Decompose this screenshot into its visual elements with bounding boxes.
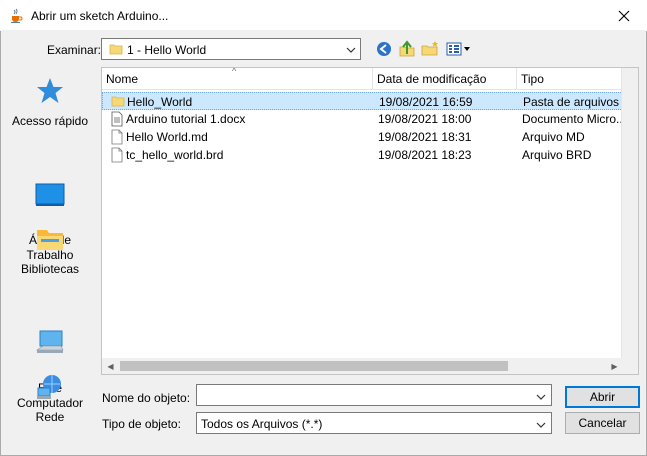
chevron-down-icon[interactable] [536, 391, 546, 405]
view-menu-icon[interactable] [446, 40, 472, 58]
horizontal-scrollbar[interactable]: ◀ ▶ [102, 358, 623, 374]
file-icon [110, 147, 124, 166]
sidebar-item-libraries[interactable]: Bibliotecas [6, 224, 94, 277]
scrollbar-corner [621, 358, 638, 374]
new-folder-icon[interactable] [421, 40, 439, 58]
network-icon [6, 372, 94, 406]
quick-access-star-icon [6, 76, 94, 110]
file-name: Hello_World [127, 95, 193, 109]
vertical-scrollbar-track [624, 85, 636, 343]
column-header-row: Nome ^ Data de modificação Tipo [102, 68, 637, 90]
file-date: 19/08/2021 18:23 [378, 148, 472, 162]
cancel-button[interactable]: Cancelar [565, 412, 640, 434]
file-date: 19/08/2021 18:00 [378, 112, 472, 126]
file-name: Hello World.md [126, 130, 208, 144]
look-in-value: 1 - Hello World [127, 43, 207, 57]
filetype-value: Todos os Arquivos (*.*) [201, 417, 323, 431]
column-header-label: Nome [106, 72, 139, 86]
column-header-label: Data de modificação [377, 72, 487, 86]
column-header-type[interactable]: Tipo [517, 68, 637, 90]
chevron-down-icon[interactable] [346, 44, 356, 58]
file-name: tc_hello_world.brd [126, 148, 224, 162]
file-type: Pasta de arquivos [523, 95, 620, 109]
sidebar-item-quick-access[interactable]: Acesso rápido [6, 76, 94, 129]
folder-icon [109, 42, 123, 59]
filename-input[interactable] [197, 385, 527, 405]
scroll-left-icon[interactable]: ◀ [102, 358, 119, 374]
vertical-scrollbar[interactable] [621, 68, 638, 360]
sidebar-item-label: Acesso rápido [11, 114, 89, 128]
look-in-combo[interactable]: 1 - Hello World [101, 38, 361, 60]
file-list[interactable]: Nome ^ Data de modificação Tipo Hello_Wo… [101, 67, 639, 375]
computer-icon [6, 313, 94, 362]
file-date: 19/08/2021 18:31 [378, 130, 472, 144]
filetype-combo[interactable]: Todos os Arquivos (*.*) [196, 412, 552, 434]
filetype-label: Tipo de objeto: [102, 417, 181, 431]
chevron-down-icon[interactable] [536, 419, 546, 433]
sidebar-item-network[interactable]: Rede [6, 372, 94, 425]
look-in-label: Examinar: [47, 43, 102, 57]
sidebar-item-label: Bibliotecas [20, 262, 80, 276]
file-name: Arduino tutorial 1.docx [126, 112, 246, 126]
column-header-date[interactable]: Data de modificação [373, 68, 517, 90]
sidebar-item-label: Rede [35, 410, 65, 424]
filename-label: Nome do objeto: [102, 391, 191, 405]
sort-ascending-icon: ^ [232, 67, 237, 76]
table-row[interactable]: Arduino tutorial 1.docx 19/08/2021 18:00… [102, 110, 637, 128]
cancel-button-label: Cancelar [578, 416, 627, 430]
table-row[interactable]: tc_hello_world.brd 19/08/2021 18:23 Arqu… [102, 146, 637, 164]
open-button-label: Abrir [589, 390, 616, 404]
file-type: Arquivo MD [522, 130, 585, 144]
title-bar: Abrir um sketch Arduino... [0, 0, 647, 31]
open-button[interactable]: Abrir [565, 386, 640, 408]
back-icon[interactable] [375, 40, 393, 58]
horizontal-scrollbar-thumb[interactable] [120, 361, 508, 371]
up-folder-icon[interactable] [398, 40, 416, 58]
table-row[interactable]: Hello World.md 19/08/2021 18:31 Arquivo … [102, 128, 637, 146]
file-type: Arquivo BRD [522, 148, 592, 162]
file-date: 19/08/2021 16:59 [379, 95, 473, 109]
window-title: Abrir um sketch Arduino... [31, 9, 169, 23]
file-type: Documento Micro... [522, 112, 627, 126]
folder-icon [111, 94, 125, 111]
filename-field[interactable] [196, 384, 552, 406]
java-cup-icon [8, 8, 24, 24]
table-row[interactable]: Hello_World 19/08/2021 16:59 Pasta de ar… [102, 92, 637, 110]
libraries-icon [6, 224, 94, 258]
column-header-label: Tipo [521, 72, 544, 86]
desktop-icon [6, 165, 94, 214]
column-header-name[interactable]: Nome [102, 68, 373, 90]
close-icon[interactable] [601, 0, 647, 31]
places-sidebar: Acesso rápido Área de Trabalho Bibliotec… [6, 66, 94, 434]
